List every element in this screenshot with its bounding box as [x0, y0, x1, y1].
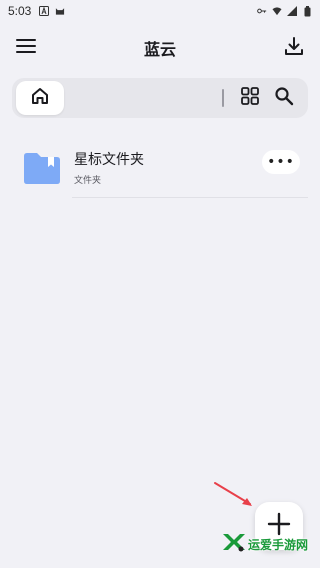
grid-view-button[interactable] — [236, 84, 264, 112]
watermark-logo-icon — [222, 532, 246, 556]
search-button[interactable] — [270, 84, 298, 112]
more-options-button[interactable]: ••• — [262, 150, 300, 174]
arrow-annotation-icon — [214, 482, 252, 506]
battery-icon — [302, 5, 312, 16]
path-breadcrumb[interactable] — [64, 78, 222, 118]
search-icon — [274, 86, 294, 110]
folder-icon — [22, 151, 62, 185]
cat-icon — [55, 6, 65, 16]
item-type: 文件夹 — [74, 175, 102, 186]
list-item[interactable]: 星标文件夹 文件夹 ••• — [0, 138, 320, 198]
wifi-icon — [272, 6, 282, 16]
key-icon — [257, 6, 267, 16]
download-icon — [284, 36, 304, 60]
app-bar: 蓝云 — [0, 28, 320, 68]
download-button[interactable] — [280, 34, 308, 62]
menu-button[interactable] — [12, 34, 40, 62]
file-list: 星标文件夹 文件夹 ••• — [0, 138, 320, 198]
home-icon — [30, 86, 50, 110]
watermark-text: 运爱手游网 — [248, 537, 309, 552]
path-divider — [222, 89, 224, 107]
page-title: 蓝云 — [143, 40, 176, 59]
path-bar — [12, 78, 308, 118]
home-button[interactable] — [16, 81, 64, 115]
signal-icon — [287, 6, 297, 16]
item-divider — [72, 197, 308, 198]
status-bar: 5:03 — [0, 0, 320, 22]
status-time: 5:03 — [8, 4, 32, 18]
watermark: 运爱手游网 — [222, 532, 320, 556]
app-a-icon — [39, 6, 50, 16]
menu-icon — [16, 38, 36, 58]
grid-view-icon — [241, 87, 259, 109]
item-name: 星标文件夹 — [74, 151, 144, 168]
